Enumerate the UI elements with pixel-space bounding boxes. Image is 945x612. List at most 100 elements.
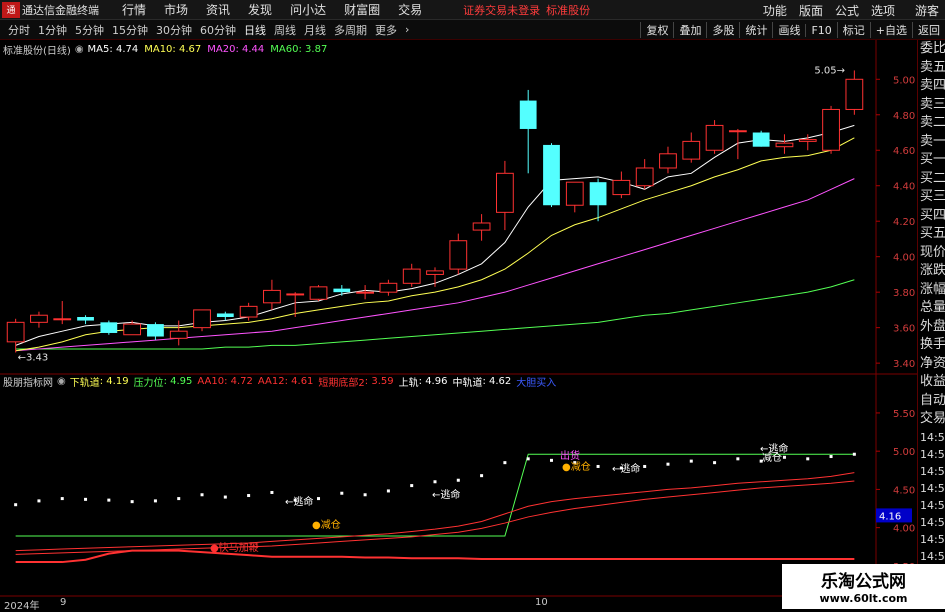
- period-multi[interactable]: 多周期: [334, 22, 367, 38]
- tool-add-watchlist[interactable]: +自选: [869, 22, 912, 38]
- indicator-info-line: 股朋指标网 ◉ 下轨道: 4.19 压力位: 4.95 AA10: 4.72 A…: [3, 375, 557, 389]
- chevron-right-icon[interactable]: ›: [405, 23, 409, 36]
- tool-draw[interactable]: 画线: [772, 22, 805, 38]
- candle-body: [565, 181, 584, 206]
- signal-annotation: 减仓: [762, 451, 782, 464]
- tool-adjust[interactable]: 复权: [640, 22, 673, 38]
- date-year: 2024年: [4, 601, 40, 612]
- candle-body: [426, 270, 444, 275]
- menu-trade[interactable]: 交易: [398, 1, 422, 18]
- menu-options[interactable]: 选项: [871, 2, 895, 19]
- candle-body: [589, 182, 607, 206]
- indicator-dot: [247, 494, 251, 498]
- candle-body: [682, 140, 701, 160]
- signal-annotation: ←逃命: [285, 495, 313, 508]
- indicator-dot: [386, 489, 390, 493]
- candle-body: [100, 322, 118, 333]
- period-monthly[interactable]: 月线: [304, 22, 326, 38]
- candle-body: [263, 289, 281, 304]
- main-info-line: 标准股份(日线) ◉ MA5: 4.74 MA10: 4.67 MA20: 4.…: [3, 43, 328, 57]
- side-label-23: 14:56: [920, 464, 945, 478]
- tool-stats[interactable]: 统计: [739, 22, 772, 38]
- side-label-6: 买一: [920, 152, 945, 167]
- app-title: 通达信金融终端: [22, 3, 99, 17]
- side-label-28: 14:56: [920, 549, 945, 563]
- tool-overlay[interactable]: 叠加: [673, 22, 706, 38]
- indicator-dot: [223, 495, 227, 499]
- menu-news[interactable]: 资讯: [206, 1, 230, 18]
- candle-body: [193, 309, 211, 329]
- bottom-value: 3.59: [371, 375, 394, 387]
- candle-body: [775, 142, 794, 148]
- candle-body: [286, 293, 305, 296]
- menu-ask[interactable]: 问小达: [290, 1, 326, 18]
- signal-annotation: ●快马加鞭: [210, 541, 259, 554]
- login-notice[interactable]: 证券交易未登录: [463, 2, 540, 18]
- indicator-dot: [689, 459, 693, 463]
- kline-chart[interactable]: 5.00 4.80 4.60 4.40 4.20 4.00 3.80 3.60 3.40 5.50…: [0, 40, 917, 597]
- candle-body: [635, 167, 654, 187]
- y-tick-label: 4.00: [893, 253, 915, 264]
- period-5min[interactable]: 5分钟: [75, 22, 104, 38]
- indicator-dot: [806, 457, 810, 461]
- aa10-line: [15, 472, 855, 552]
- ma5-line: [15, 124, 855, 346]
- indicator-dot: [60, 497, 64, 501]
- period-1min[interactable]: 1分钟: [38, 22, 67, 38]
- candle-body: [822, 108, 840, 151]
- candle-body: [612, 179, 631, 196]
- side-label-25: 14:56: [920, 498, 945, 512]
- tool-mark[interactable]: 标记: [836, 22, 870, 38]
- indicator-dot: [270, 490, 274, 494]
- indicator-dot: [433, 480, 437, 484]
- candle-body: [472, 222, 491, 231]
- ma60-value: 3.87: [305, 43, 328, 55]
- tool-f10[interactable]: F10: [805, 23, 836, 37]
- side-label-18: 收益: [920, 374, 945, 389]
- y-tick-label: 3.80: [893, 288, 915, 299]
- candle-body: [728, 130, 747, 133]
- aa12-label: AA12: [257, 375, 285, 387]
- menu-layout[interactable]: 版面: [799, 2, 823, 19]
- menu-quotes[interactable]: 行情: [122, 1, 146, 18]
- indicator-dot: [852, 452, 856, 456]
- period-15min[interactable]: 15分钟: [112, 22, 148, 38]
- indicator-dot: [410, 484, 414, 488]
- tool-back[interactable]: 返回: [912, 22, 945, 38]
- stock-notice: 标准股份: [546, 3, 591, 17]
- low-price-marker: ←3.43: [18, 352, 49, 363]
- watermark-url: www.60lt.com: [819, 592, 908, 605]
- menu-wealth[interactable]: 财富圈: [344, 1, 380, 18]
- date-month-9: 9: [60, 597, 67, 608]
- candle-body: [123, 323, 142, 336]
- period-30min[interactable]: 30分钟: [156, 22, 192, 38]
- indicator-dot: [480, 474, 484, 478]
- menu-function[interactable]: 功能: [763, 2, 787, 19]
- menu-market[interactable]: 市场: [164, 1, 188, 18]
- candle-body: [333, 288, 351, 293]
- indicator-dot: [107, 498, 111, 502]
- menu-discover[interactable]: 发现: [248, 1, 272, 18]
- period-more[interactable]: 更多: [375, 22, 397, 38]
- indicator-dot: [643, 464, 647, 468]
- date-month-10: 10: [535, 597, 548, 608]
- period-weekly[interactable]: 周线: [274, 22, 296, 38]
- ind-y-tick-label: 5.50: [893, 409, 915, 420]
- candle-body: [449, 240, 468, 270]
- candle-body: [356, 291, 374, 294]
- guest-label[interactable]: 游客: [915, 2, 939, 19]
- tool-multistock[interactable]: 多股: [706, 22, 739, 38]
- period-daily[interactable]: 日线: [244, 22, 266, 38]
- indicator-dot: [37, 499, 41, 503]
- indicator-dot: [14, 503, 18, 507]
- candle-body: [752, 132, 770, 147]
- aa12-value: 4.61: [291, 375, 314, 387]
- period-tick[interactable]: 分时: [8, 22, 30, 38]
- menu-formula[interactable]: 公式: [835, 2, 859, 19]
- period-60min[interactable]: 60分钟: [200, 22, 236, 38]
- indicator-dropdown-icon[interactable]: ◉: [57, 376, 66, 387]
- dropdown-icon[interactable]: ◉: [75, 44, 84, 55]
- y-tick-label: 4.20: [893, 217, 915, 228]
- menu-bar: 通 通达信金融终端 行情 市场 资讯 发现 问小达 财富圈 交易 证券交易未登录…: [0, 0, 945, 20]
- side-label-24: 14:56: [920, 481, 945, 495]
